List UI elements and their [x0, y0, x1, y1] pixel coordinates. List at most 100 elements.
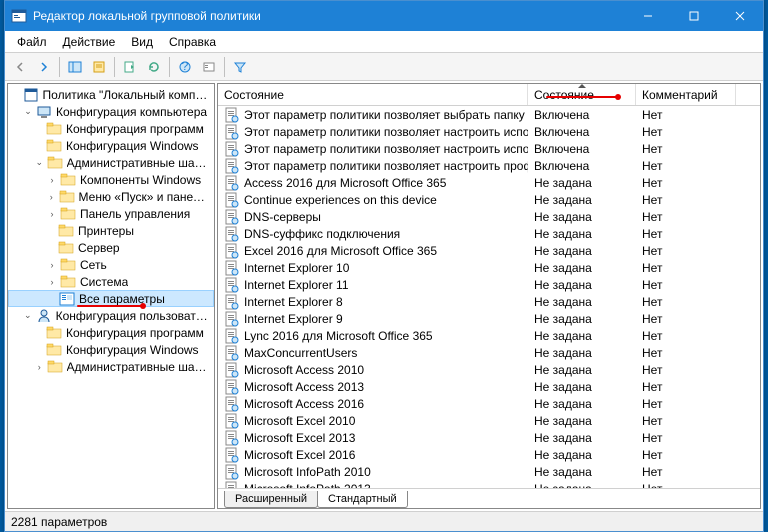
menu-file[interactable]: Файл — [9, 33, 55, 51]
help-button[interactable]: ? — [174, 56, 196, 78]
forward-button[interactable] — [33, 56, 55, 78]
minimize-button[interactable] — [625, 1, 671, 31]
tree-all-settings[interactable]: Все параметры — [8, 290, 214, 307]
tree-user-config[interactable]: ⌄ Конфигурация пользователя — [8, 307, 214, 324]
filter-button[interactable] — [229, 56, 251, 78]
export-button[interactable] — [119, 56, 141, 78]
list-row[interactable]: Microsoft Excel 2016Не заданаНет — [218, 446, 760, 463]
list-row[interactable]: Microsoft InfoPath 2013Не заданаНет — [218, 480, 760, 488]
setting-state: Не задана — [528, 465, 636, 479]
collapse-icon[interactable]: ⌄ — [34, 157, 45, 169]
list-row[interactable]: Continue experiences on this deviceНе за… — [218, 191, 760, 208]
list-row[interactable]: DNS-серверыНе заданаНет — [218, 208, 760, 225]
menubar: Файл Действие Вид Справка — [5, 31, 763, 53]
expand-icon[interactable]: › — [46, 276, 58, 288]
app-icon — [11, 8, 27, 24]
list-row[interactable]: MaxConcurrentUsersНе заданаНет — [218, 344, 760, 361]
list-row[interactable]: Excel 2016 для Microsoft Office 365Не за… — [218, 242, 760, 259]
setting-comment: Нет — [636, 448, 736, 462]
refresh-button[interactable] — [143, 56, 165, 78]
list-row[interactable]: Microsoft InfoPath 2010Не заданаНет — [218, 463, 760, 480]
collapse-icon[interactable]: ⌄ — [22, 106, 34, 118]
list-row[interactable]: Этот параметр политики позволяет выбрать… — [218, 106, 760, 123]
list-row[interactable]: Internet Explorer 11Не заданаНет — [218, 276, 760, 293]
tree-root[interactable]: Политика "Локальный компьютер" — [8, 86, 214, 103]
setting-comment: Нет — [636, 142, 736, 156]
tree-admin-templates[interactable]: ⌄ Административные шаблоны — [8, 154, 214, 171]
tab-extended[interactable]: Расширенный — [224, 491, 318, 508]
expand-icon[interactable]: › — [46, 174, 58, 186]
list-row[interactable]: Access 2016 для Microsoft Office 365Не з… — [218, 174, 760, 191]
list-row[interactable]: Microsoft Access 2013Не заданаНет — [218, 378, 760, 395]
setting-state: Не задана — [528, 227, 636, 241]
show-hide-tree-button[interactable] — [64, 56, 86, 78]
tab-standard[interactable]: Стандартный — [317, 491, 408, 508]
tree-item[interactable]: ›Панель управления — [8, 205, 214, 222]
list-row[interactable]: Internet Explorer 8Не заданаНет — [218, 293, 760, 310]
setting-icon — [224, 260, 240, 276]
tree-item[interactable]: Конфигурация программ — [8, 324, 214, 341]
column-name[interactable]: Состояние — [218, 84, 528, 105]
list-row[interactable]: Microsoft Excel 2013Не заданаНет — [218, 429, 760, 446]
setting-icon — [224, 277, 240, 293]
svg-text:?: ? — [182, 60, 189, 73]
tree-item[interactable]: ›Компоненты Windows — [8, 171, 214, 188]
maximize-button[interactable] — [671, 1, 717, 31]
setting-state: Не задана — [528, 397, 636, 411]
menu-view[interactable]: Вид — [123, 33, 161, 51]
tree-pane[interactable]: Политика "Локальный компьютер" ⌄ Конфигу… — [7, 83, 215, 509]
tree-item[interactable]: ›Административные шаблоны — [8, 358, 214, 375]
setting-comment: Нет — [636, 108, 736, 122]
tree-item[interactable]: ›Система — [8, 273, 214, 290]
tree-item[interactable]: Конфигурация программ — [8, 120, 214, 137]
list-row[interactable]: Этот параметр политики позволяет настрои… — [218, 157, 760, 174]
tree-item[interactable]: ›Сеть — [8, 256, 214, 273]
list-row[interactable]: Microsoft Excel 2010Не заданаНет — [218, 412, 760, 429]
folder-icon — [60, 172, 76, 188]
collapse-icon[interactable]: ⌄ — [22, 310, 34, 322]
tree-item[interactable]: Конфигурация Windows — [8, 137, 214, 154]
setting-name: Microsoft Excel 2013 — [244, 431, 355, 445]
list-row[interactable]: Internet Explorer 10Не заданаНет — [218, 259, 760, 276]
back-button[interactable] — [9, 56, 31, 78]
menu-help[interactable]: Справка — [161, 33, 224, 51]
list-row[interactable]: Microsoft Access 2016Не заданаНет — [218, 395, 760, 412]
statusbar: 2281 параметров — [5, 511, 763, 531]
column-comment[interactable]: Комментарий — [636, 84, 736, 105]
menu-action[interactable]: Действие — [55, 33, 124, 51]
list-row[interactable]: Microsoft Access 2010Не заданаНет — [218, 361, 760, 378]
tree-item[interactable]: Принтеры — [8, 222, 214, 239]
tree-item[interactable]: Конфигурация Windows — [8, 341, 214, 358]
toolbar-separator — [114, 57, 115, 77]
list-row[interactable]: Internet Explorer 9Не заданаНет — [218, 310, 760, 327]
setting-name: Microsoft Access 2013 — [244, 380, 364, 394]
folder-icon — [46, 325, 62, 341]
list-row[interactable]: Этот параметр политики позволяет настрои… — [218, 140, 760, 157]
settings-list-icon — [59, 291, 75, 307]
expand-icon[interactable]: › — [46, 208, 58, 220]
setting-name: Access 2016 для Microsoft Office 365 — [244, 176, 446, 190]
options-button[interactable] — [198, 56, 220, 78]
tree-computer-config[interactable]: ⌄ Конфигурация компьютера — [8, 103, 214, 120]
annotation-line — [546, 96, 618, 98]
expand-icon[interactable] — [10, 89, 21, 101]
tree-item[interactable]: Сервер — [8, 239, 214, 256]
list-body[interactable]: Этот параметр политики позволяет выбрать… — [218, 106, 760, 488]
expand-icon[interactable]: › — [46, 259, 58, 271]
setting-icon — [224, 430, 240, 446]
list-row[interactable]: Lync 2016 для Microsoft Office 365Не зад… — [218, 327, 760, 344]
properties-button[interactable] — [88, 56, 110, 78]
close-button[interactable] — [717, 1, 763, 31]
list-row[interactable]: Этот параметр политики позволяет настрои… — [218, 123, 760, 140]
setting-icon — [224, 379, 240, 395]
expand-icon[interactable]: › — [46, 191, 57, 203]
setting-state: Не задана — [528, 312, 636, 326]
setting-name: Этот параметр политики позволяет выбрать… — [244, 108, 528, 122]
tree-item[interactable]: ›Меню «Пуск» и панель зад — [8, 188, 214, 205]
expand-icon[interactable]: › — [34, 361, 45, 373]
setting-state: Не задана — [528, 244, 636, 258]
setting-name: Lync 2016 для Microsoft Office 365 — [244, 329, 433, 343]
setting-comment: Нет — [636, 329, 736, 343]
list-row[interactable]: DNS-суффикс подключенияНе заданаНет — [218, 225, 760, 242]
setting-state: Включена — [528, 142, 636, 156]
